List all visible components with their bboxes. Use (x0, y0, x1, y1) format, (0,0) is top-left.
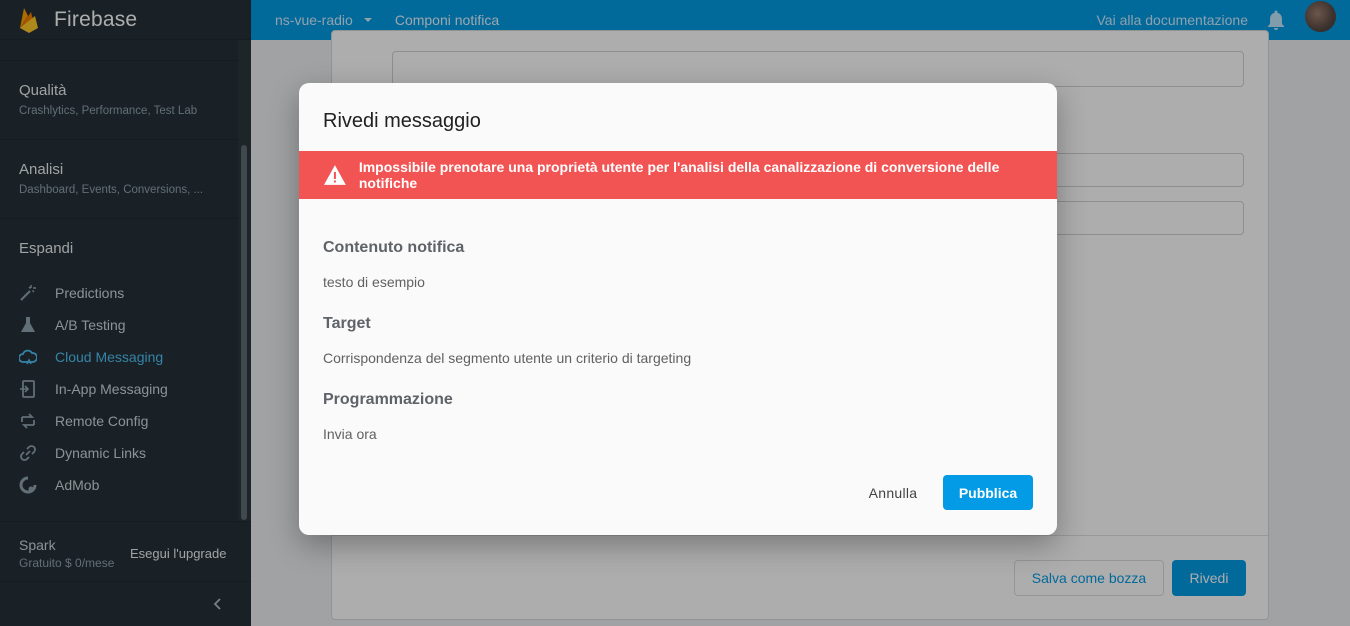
dialog-title: Rivedi messaggio (323, 110, 481, 132)
section-title-content: Contenuto notifica (323, 239, 465, 256)
section-value-schedule: Invia ora (323, 426, 377, 442)
warning-icon (323, 165, 346, 185)
error-message: Impossibile prenotare una proprietà uten… (358, 159, 1000, 191)
section-value-target: Corrispondenza del segmento utente un cr… (323, 350, 692, 366)
cancel-button[interactable]: Annulla (857, 475, 929, 511)
section-value-content: testo di esempio (323, 274, 425, 290)
error-banner: Impossibile prenotare una proprietà uten… (299, 151, 1057, 199)
section-title-schedule: Programmazione (323, 391, 453, 408)
section-title-target: Target (323, 315, 371, 332)
review-dialog: Rivedi messaggio Impossibile prenotare u… (299, 83, 1057, 535)
publish-button[interactable]: Pubblica (943, 475, 1033, 510)
